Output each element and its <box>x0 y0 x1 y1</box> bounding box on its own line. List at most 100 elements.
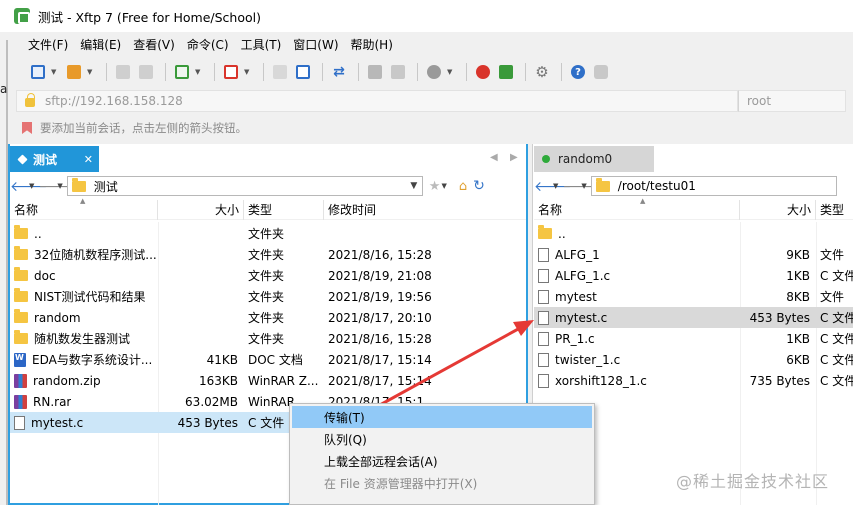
chevron-down-icon[interactable]: ▼ <box>447 68 454 76</box>
back-arrow-icon[interactable]: 🡐 <box>10 178 48 195</box>
table-row[interactable]: PR_1.c 1KB C 文件 <box>534 328 853 349</box>
table-row[interactable]: twister_1.c 6KB C 文件 <box>534 349 853 370</box>
file-icon <box>538 352 549 367</box>
print-icon[interactable] <box>365 62 385 82</box>
menu-item-queue[interactable]: 队列(Q) <box>290 428 594 450</box>
star-icon[interactable]: ★ <box>429 179 441 194</box>
connect-icon[interactable] <box>113 62 133 82</box>
tab-icon <box>17 153 28 165</box>
help-icon[interactable]: ? <box>568 62 588 82</box>
xshell-icon[interactable] <box>473 62 493 82</box>
table-row[interactable]: xorshift128_1.c 735 Bytes C 文件 <box>534 370 853 391</box>
table-row[interactable]: .. 文件夹 <box>10 223 526 244</box>
table-row[interactable]: random.zip 163KB WinRAR Z... 2021/8/17, … <box>10 370 526 391</box>
chevron-down-icon[interactable]: ▼ <box>553 182 558 190</box>
folder-icon <box>538 225 552 239</box>
local-file-list: .. 文件夹 32位随机数程序测试... 文件夹 2021/8/16, 15:2… <box>10 223 526 433</box>
menu-file[interactable]: 文件(F) <box>22 36 74 53</box>
remote-path: /root/testu01 <box>617 179 696 193</box>
open-folder-icon[interactable] <box>64 62 84 82</box>
menu-window[interactable]: 窗口(W) <box>287 36 344 53</box>
disconnect-icon[interactable] <box>136 62 156 82</box>
bookmark-icon[interactable] <box>22 122 32 134</box>
table-row[interactable]: EDA与数字系统设计... 41KB DOC 文档 2021/8/17, 15:… <box>10 349 526 370</box>
chevron-right-icon[interactable]: ▶ <box>510 152 518 163</box>
column-size[interactable]: 大小 <box>158 199 244 220</box>
chevron-down-icon[interactable]: ▼ <box>195 68 202 76</box>
close-icon[interactable]: ✕ <box>84 153 93 166</box>
column-type[interactable]: 类型 <box>816 200 853 220</box>
menu-view[interactable]: 查看(V) <box>127 36 181 53</box>
username: root <box>747 94 772 108</box>
session-hint-bar: 要添加当前会话，点击左侧的箭头按钮。 <box>22 118 247 138</box>
table-row[interactable]: mytest 8KB 文件 <box>534 286 853 307</box>
paste-icon[interactable] <box>293 62 313 82</box>
chevron-down-icon[interactable]: ▼ <box>51 68 58 76</box>
table-row[interactable]: 32位随机数程序测试... 文件夹 2021/8/16, 15:28 <box>10 244 526 265</box>
chevron-down-icon[interactable]: ▼ <box>244 68 251 76</box>
file-icon <box>538 373 549 388</box>
status-icon[interactable] <box>424 62 444 82</box>
table-row[interactable]: .. <box>534 223 853 244</box>
chevron-left-icon[interactable]: ◀ <box>490 152 498 163</box>
back-arrow-icon[interactable]: 🡐 <box>534 178 572 195</box>
refresh-icon[interactable]: ↻ <box>473 178 485 194</box>
column-name[interactable]: 名称 <box>534 199 740 220</box>
copy-icon[interactable] <box>270 62 290 82</box>
table-row[interactable]: random 文件夹 2021/8/17, 20:10 <box>10 307 526 328</box>
settings-icon[interactable]: ⚙ <box>532 62 552 82</box>
chevron-down-icon[interactable]: ▼ <box>57 182 62 190</box>
xftp-icon[interactable] <box>496 62 516 82</box>
title-bar: 测试 - Xftp 7 (Free for Home/School) <box>0 0 853 32</box>
remote-file-list: .. ALFG_1 9KB 文件 ALFG_1.c 1KB C 文件 mytes… <box>534 223 853 391</box>
local-path-field[interactable]: 测试 ▼ <box>66 176 423 196</box>
menu-command[interactable]: 命令(C) <box>181 36 235 53</box>
forward-arrow-icon[interactable]: 🡒 <box>562 178 600 195</box>
chevron-down-icon[interactable]: ▼ <box>87 68 94 76</box>
remote-column-header: 名称 大小 类型 <box>534 199 853 220</box>
column-size[interactable]: 大小 <box>740 199 816 220</box>
chevron-down-icon[interactable]: ▼ <box>581 182 586 190</box>
folder-icon <box>14 225 28 239</box>
winrar-icon <box>14 373 27 388</box>
home-icon[interactable]: ⌂ <box>459 179 467 194</box>
table-row-selected[interactable]: mytest.c 453 Bytes C 文件 <box>534 307 853 328</box>
menu-bar: 文件(F) 编辑(E) 查看(V) 命令(C) 工具(T) 窗口(W) 帮助(H… <box>0 33 853 55</box>
transfer-icon[interactable]: ⇄ <box>329 62 349 82</box>
table-row[interactable]: ALFG_1 9KB 文件 <box>534 244 853 265</box>
terminal-icon[interactable] <box>221 62 241 82</box>
toolbar: ▼ ▼ ▼ ▼ ⇄ ▼ ⚙ ? <box>0 58 853 86</box>
column-modified[interactable]: 修改时间 <box>324 200 526 220</box>
host-address: sftp://192.168.158.128 <box>45 94 183 108</box>
table-row[interactable]: ALFG_1.c 1KB C 文件 <box>534 265 853 286</box>
file-icon <box>14 415 25 430</box>
remote-path-field[interactable]: /root/testu01 <box>590 176 837 196</box>
menu-item-open-in-explorer: 在 File 资源管理器中打开(X) <box>324 476 478 491</box>
table-row[interactable]: 随机数发生器测试 文件夹 2021/8/16, 15:28 <box>10 328 526 349</box>
folder-icon <box>71 177 86 192</box>
table-row[interactable]: doc 文件夹 2021/8/19, 21:08 <box>10 265 526 286</box>
tab-remote-label: random0 <box>558 152 613 166</box>
menu-edit[interactable]: 编辑(E) <box>74 36 127 53</box>
watermark: @稀土掘金技术社区 <box>676 472 830 491</box>
menu-item-upload-all-remote[interactable]: 上载全部远程会话(A) <box>290 450 594 472</box>
menu-item-transfer[interactable]: 传输(T) <box>292 406 592 428</box>
chat-icon[interactable] <box>591 62 611 82</box>
context-menu: 传输(T) 队列(Q) 上载全部远程会话(A) 在 File 资源管理器中打开(… <box>289 403 595 505</box>
chevron-down-icon[interactable]: ▼ <box>29 182 34 190</box>
new-tab-icon[interactable] <box>172 62 192 82</box>
chevron-down-icon[interactable]: ▼ <box>406 181 422 191</box>
host-address-field[interactable]: sftp://192.168.158.128 <box>16 90 738 112</box>
session-hint: 要添加当前会话，点击左侧的箭头按钮。 <box>40 121 247 135</box>
menu-tools[interactable]: 工具(T) <box>235 36 288 53</box>
forward-arrow-icon[interactable]: 🡒 <box>38 178 76 195</box>
chevron-down-icon[interactable]: ▼ <box>441 182 446 190</box>
username-field[interactable]: root <box>738 90 846 112</box>
preview-icon[interactable] <box>388 62 408 82</box>
tab-remote[interactable]: random0 <box>534 146 654 172</box>
column-type[interactable]: 类型 <box>244 199 324 220</box>
tab-local[interactable]: 测试 ✕ <box>10 146 99 172</box>
new-session-icon[interactable] <box>28 62 48 82</box>
table-row[interactable]: NIST测试代码和结果 文件夹 2021/8/19, 19:56 <box>10 286 526 307</box>
menu-help[interactable]: 帮助(H) <box>345 36 399 53</box>
